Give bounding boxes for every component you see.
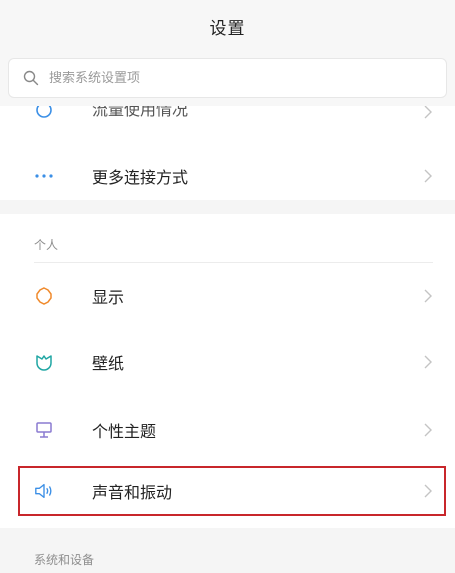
page-title: 设置 — [209, 18, 246, 39]
data-usage-label: 流量使用情况 — [92, 106, 189, 119]
theme-item[interactable]: 个性主题 — [0, 397, 455, 463]
display-item[interactable]: 显示 — [0, 263, 455, 329]
chevron-right-icon — [424, 289, 432, 303]
sound-vibration-item[interactable]: 声音和振动 — [0, 461, 455, 521]
data-usage-item[interactable]: 流量使用情况 — [0, 106, 455, 126]
data-usage-icon — [34, 106, 54, 120]
wallpaper-icon — [34, 352, 54, 372]
theme-icon — [34, 420, 54, 440]
search-box[interactable] — [8, 58, 447, 98]
section-title-personal: 个人 — [34, 238, 59, 252]
sound-vibration-label: 声音和振动 — [92, 483, 173, 502]
search-area — [0, 52, 455, 106]
theme-label: 个性主题 — [92, 422, 157, 441]
chevron-right-icon — [424, 423, 432, 437]
wallpaper-item[interactable]: 壁纸 — [0, 329, 455, 395]
top-bar: 设置 — [0, 0, 455, 52]
chevron-right-icon — [424, 169, 432, 183]
chevron-right-icon — [424, 106, 432, 119]
brightness-icon — [34, 286, 54, 306]
section-title-system: 系统和设备 — [34, 553, 95, 567]
more-connections-label: 更多连接方式 — [92, 168, 189, 187]
display-label: 显示 — [92, 288, 125, 307]
speaker-icon — [34, 481, 54, 501]
search-input[interactable] — [49, 70, 409, 86]
more-connections-item[interactable]: 更多连接方式 — [0, 143, 455, 209]
chevron-right-icon — [424, 484, 432, 498]
chevron-right-icon — [424, 355, 432, 369]
wallpaper-label: 壁纸 — [92, 354, 125, 373]
search-icon — [23, 70, 39, 86]
more-dots-icon — [34, 166, 54, 186]
